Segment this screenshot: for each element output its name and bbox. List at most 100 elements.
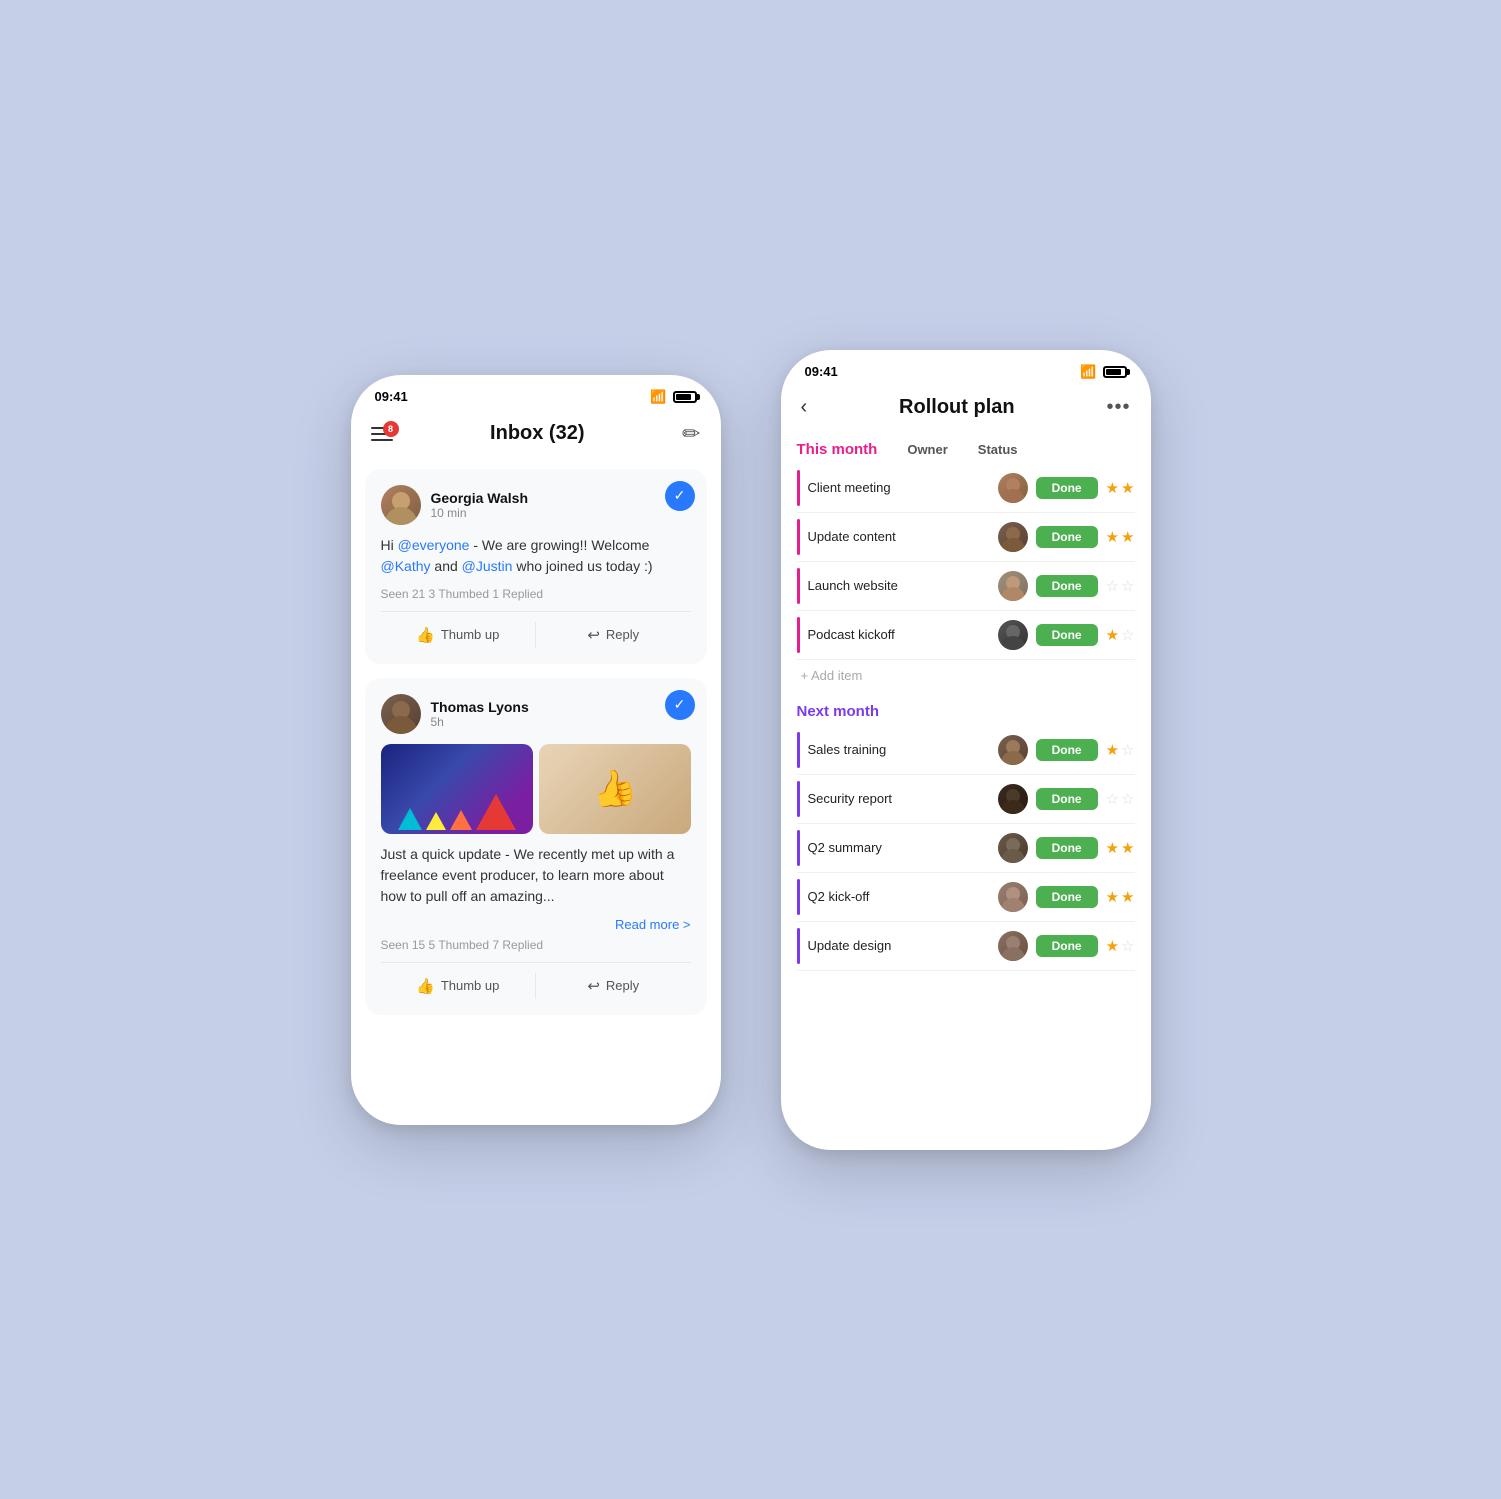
- star-filled: ★: [1106, 479, 1119, 497]
- status-bar-right: 09:41 📶: [781, 350, 1151, 388]
- phone-inbox: 09:41 📶 8 Inbox (32) ✏: [351, 375, 721, 1125]
- star-filled: ★: [1121, 888, 1134, 906]
- notification-badge: 8: [383, 421, 399, 437]
- add-item-this-month[interactable]: + Add item: [797, 660, 1135, 691]
- inbox-title: Inbox (32): [490, 422, 584, 445]
- plan-row-client-meeting[interactable]: Client meeting Done ★ ★: [797, 464, 1135, 513]
- owner-avatar-2: [998, 522, 1028, 552]
- status-done-4: Done: [1036, 624, 1098, 646]
- plan-row-security[interactable]: Security report Done ☆ ☆: [797, 775, 1135, 824]
- this-month-items: Client meeting Done ★ ★ Update content: [797, 464, 1135, 660]
- row-bar-1: [797, 470, 800, 506]
- row-bar-6: [797, 781, 800, 817]
- author-info-2: Thomas Lyons 5h: [431, 699, 529, 729]
- wifi-icon-right: 📶: [1080, 364, 1096, 380]
- row-bar-9: [797, 928, 800, 964]
- status-bar-left: 09:41 📶: [351, 375, 721, 413]
- rollout-header: ‹ Rollout plan •••: [781, 388, 1151, 431]
- next-month-label: Next month: [797, 703, 880, 720]
- item-name-4: Podcast kickoff: [808, 627, 990, 642]
- messages-list: ✓ Georgia Walsh 10 min: [351, 459, 721, 1025]
- time-left: 09:41: [375, 389, 408, 404]
- item-name-3: Launch website: [808, 578, 990, 593]
- mention-justin: @Justin: [462, 558, 513, 574]
- star-empty: ☆: [1106, 577, 1119, 595]
- post-images: 👍: [381, 744, 691, 834]
- row-bar-5: [797, 732, 800, 768]
- thumbup-icon-1: 👍: [416, 626, 435, 644]
- inbox-header: 8 Inbox (32) ✏: [351, 413, 721, 459]
- owner-avatar-5: [998, 735, 1028, 765]
- author-row-2: Thomas Lyons 5h: [381, 694, 691, 734]
- reply-icon-2: ↩: [587, 977, 600, 995]
- mention-everyone: @everyone: [398, 537, 470, 553]
- item-name-1: Client meeting: [808, 480, 990, 495]
- status-icons-left: 📶: [650, 389, 696, 405]
- thumb-up-button-1[interactable]: 👍 Thumb up: [381, 622, 537, 648]
- plan-row-q2-kickoff[interactable]: Q2 kick-off Done ★ ★: [797, 873, 1135, 922]
- this-month-label: This month: [797, 441, 878, 458]
- mention-kathy: @Kathy: [381, 558, 431, 574]
- thumb-up-button-2[interactable]: 👍 Thumb up: [381, 973, 537, 999]
- message-actions-1: 👍 Thumb up ↩ Reply: [381, 611, 691, 648]
- star-filled: ★: [1121, 839, 1134, 857]
- item-name-5: Sales training: [808, 742, 990, 757]
- reply-icon-1: ↩: [587, 626, 600, 644]
- message-actions-2: 👍 Thumb up ↩ Reply: [381, 962, 691, 999]
- message-body-1: Hi @everyone - We are growing!! Welcome …: [381, 535, 691, 577]
- author-name-1: Georgia Walsh: [431, 490, 529, 506]
- star-empty: ☆: [1121, 937, 1134, 955]
- read-more-link[interactable]: Read more >: [615, 917, 691, 932]
- this-month-header: This month Owner Status: [797, 435, 1135, 462]
- message-body-2: Just a quick update - We recently met up…: [381, 844, 691, 907]
- plan-row-launch-website[interactable]: Launch website Done ☆ ☆: [797, 562, 1135, 611]
- more-button[interactable]: •••: [1106, 396, 1130, 419]
- avatar-georgia: [381, 485, 421, 525]
- star-empty: ☆: [1121, 577, 1134, 595]
- message-stats-2: Seen 15 5 Thumbed 7 Replied: [381, 938, 691, 952]
- star-filled: ★: [1106, 528, 1119, 546]
- row-bar-2: [797, 519, 800, 555]
- thumb-up-label-2: Thumb up: [441, 978, 500, 993]
- status-done-2: Done: [1036, 526, 1098, 548]
- check-icon-1: ✓: [665, 481, 695, 511]
- battery-icon-right: [1103, 366, 1127, 378]
- plan-row-update-content[interactable]: Update content Done ★ ★: [797, 513, 1135, 562]
- read-more-row: Read more >: [381, 917, 691, 932]
- plan-row-sales[interactable]: Sales training Done ★ ☆: [797, 726, 1135, 775]
- status-done-3: Done: [1036, 575, 1098, 597]
- status-icons-right: 📶: [1080, 364, 1126, 380]
- back-button[interactable]: ‹: [801, 396, 808, 419]
- battery-icon: [673, 391, 697, 403]
- row-bar-8: [797, 879, 800, 915]
- star-filled: ★: [1121, 528, 1134, 546]
- post-image-right: 👍: [539, 744, 691, 834]
- message-card-2: ✓ Thomas Lyons 5h: [365, 678, 707, 1015]
- owner-avatar-9: [998, 931, 1028, 961]
- message-card-1: ✓ Georgia Walsh 10 min: [365, 469, 707, 664]
- status-col-header: Status: [978, 442, 1018, 457]
- menu-button[interactable]: 8: [371, 427, 393, 441]
- status-done-9: Done: [1036, 935, 1098, 957]
- check-icon-2: ✓: [665, 690, 695, 720]
- stars-9: ★ ☆: [1106, 937, 1135, 955]
- reply-label-2: Reply: [606, 978, 639, 993]
- reply-button-1[interactable]: ↩ Reply: [536, 622, 691, 648]
- owner-col-header: Owner: [907, 442, 947, 457]
- item-name-7: Q2 summary: [808, 840, 990, 855]
- item-name-2: Update content: [808, 529, 990, 544]
- avatar-thomas: [381, 694, 421, 734]
- stars-7: ★ ★: [1106, 839, 1135, 857]
- owner-avatar-6: [998, 784, 1028, 814]
- author-time-2: 5h: [431, 715, 529, 729]
- reply-button-2[interactable]: ↩ Reply: [536, 973, 691, 999]
- edit-button[interactable]: ✏: [682, 421, 700, 447]
- plan-row-q2-summary[interactable]: Q2 summary Done ★ ★: [797, 824, 1135, 873]
- item-name-8: Q2 kick-off: [808, 889, 990, 904]
- status-done-6: Done: [1036, 788, 1098, 810]
- plan-row-update-design[interactable]: Update design Done ★ ☆: [797, 922, 1135, 971]
- rollout-content: This month Owner Status Client meeting D…: [781, 431, 1151, 971]
- row-bar-4: [797, 617, 800, 653]
- time-right: 09:41: [805, 364, 838, 379]
- plan-row-podcast[interactable]: Podcast kickoff Done ★ ☆: [797, 611, 1135, 660]
